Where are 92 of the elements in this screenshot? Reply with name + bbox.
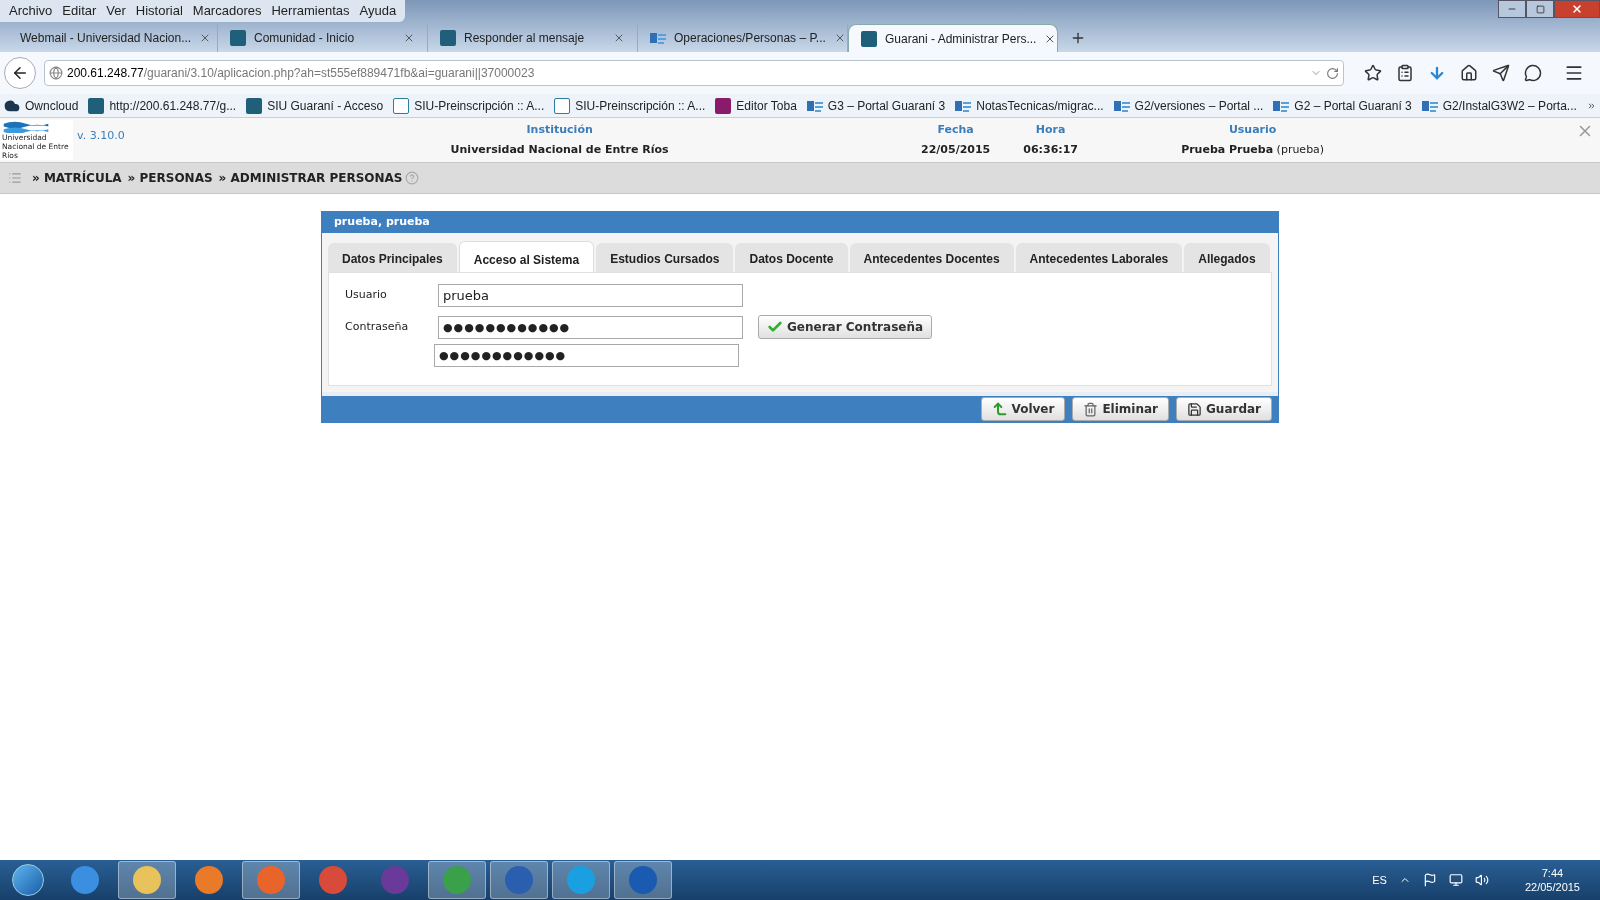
bookmark[interactable]: G2/InstalG3W2 – Porta...	[1421, 96, 1577, 115]
site-icon	[715, 97, 732, 114]
generate-password-button[interactable]: Generar Contraseña	[758, 315, 933, 339]
header-value: Universidad Nacional de Entre Ríos	[450, 141, 669, 158]
form-tab[interactable]: Allegados	[1184, 243, 1270, 272]
star-icon[interactable]	[1364, 64, 1382, 82]
form-tab[interactable]: Datos Docente	[735, 243, 848, 272]
clock-time[interactable]: 7:44	[1541, 866, 1564, 880]
restore-button[interactable]	[1526, 0, 1554, 18]
site-icon	[554, 97, 571, 114]
site-icon	[246, 97, 263, 114]
site-icon	[393, 97, 410, 114]
menu-item[interactable]: Historial	[130, 1, 188, 21]
breadcrumb-item[interactable]: » PERSONAS	[127, 169, 213, 187]
delete-button[interactable]: Eliminar	[1072, 397, 1169, 421]
reading-list-icon[interactable]	[1396, 64, 1414, 82]
menu-item[interactable]: Archivo	[4, 1, 58, 21]
menu-item[interactable]: Marcadores	[187, 1, 267, 21]
site-icon	[1421, 98, 1438, 113]
url-text: 200.61.248.77/guarani/3.10/aplicacion.php?ah=st555ef889471fb&ai=guarani||37000023	[67, 65, 536, 82]
globe-icon	[49, 66, 63, 80]
breadcrumb-item[interactable]: » MATRÍCULA	[32, 169, 122, 187]
save-icon	[1187, 401, 1202, 417]
form-tab[interactable]: Datos Principales	[328, 243, 457, 272]
form-tab[interactable]: Antecedentes Laborales	[1015, 243, 1183, 272]
site-icon	[440, 30, 456, 46]
close-icon	[1571, 3, 1583, 15]
panel-title: prueba, prueba	[322, 212, 1278, 233]
bookmark[interactable]: G2 – Portal Guaraní 3	[1273, 96, 1412, 115]
arrow-icon	[991, 401, 1008, 417]
header-label: Usuario	[1228, 122, 1277, 138]
header-label: Institución	[526, 122, 593, 138]
back-button[interactable]	[4, 57, 36, 89]
bookmark[interactable]: Editor Toba	[715, 96, 797, 115]
trash-icon	[1083, 401, 1099, 417]
site-icon	[1113, 98, 1130, 113]
header-label: Hora	[1035, 122, 1066, 138]
bookmark[interactable]: http://200.61.248.77/g...	[88, 96, 237, 115]
header-value: 22/05/2015	[921, 141, 991, 158]
reload-icon[interactable]	[1326, 66, 1339, 80]
chat-icon[interactable]	[1524, 64, 1542, 82]
field-label: Usuario	[345, 286, 388, 303]
minimize-button[interactable]	[1498, 0, 1526, 18]
language-indicator[interactable]: ES	[1372, 871, 1387, 889]
bookmark[interactable]: Owncloud	[4, 96, 79, 115]
flag-icon[interactable]	[1422, 873, 1437, 887]
send-icon[interactable]	[1492, 64, 1510, 82]
bookmark[interactable]: G3 – Portal Guaraní 3	[806, 96, 946, 115]
version-text: v. 3.10.0	[77, 128, 125, 144]
check-icon	[767, 319, 783, 335]
password-field[interactable]: ●●●●●●●●●●●●	[438, 315, 743, 339]
header-value: 06:36:17	[1023, 141, 1078, 158]
site-icon	[88, 97, 105, 114]
close-button[interactable]	[1554, 0, 1600, 18]
bookmark[interactable]: SIU-Preinscripción :: A...	[393, 96, 545, 115]
breadcrumb-item[interactable]: » ADMINISTRAR PERSONAS	[218, 169, 403, 187]
site-icon	[650, 31, 666, 45]
bookmark[interactable]: NotasTecnicas/migrac...	[955, 96, 1104, 115]
form-tab[interactable]: Antecedentes Docentes	[849, 243, 1014, 272]
menu-item[interactable]: Editar	[57, 1, 102, 21]
new-tab-icon[interactable]	[1070, 30, 1086, 46]
address-bar[interactable]: 200.61.248.77/guarani/3.10/aplicacion.php?ah=st555ef889471fb&ai=guarani||37000023	[44, 60, 1344, 86]
site-icon	[861, 30, 877, 47]
site-icon	[1273, 98, 1290, 113]
bookmark[interactable]: SIU Guaraní - Acceso	[246, 96, 384, 115]
header-label: Fecha	[937, 122, 974, 138]
save-button[interactable]: Guardar	[1176, 397, 1272, 421]
field-label: Contraseña	[345, 318, 410, 335]
menu-item[interactable]: Ayuda	[354, 1, 402, 21]
close-tab-icon[interactable]	[613, 32, 625, 44]
site-icon	[806, 98, 823, 113]
close-tab-icon[interactable]	[403, 32, 415, 44]
site-icon	[230, 30, 246, 46]
browser-tab[interactable]: Guarani - Administrar Pers...	[848, 24, 1058, 52]
form-tab[interactable]: Acceso al Sistema	[458, 241, 595, 272]
bookmark[interactable]: G2/versiones – Portal ...	[1113, 96, 1264, 115]
network-icon[interactable]	[1448, 873, 1463, 887]
download-icon[interactable]	[1428, 64, 1446, 82]
menu-item[interactable]: Herramientas	[266, 1, 355, 21]
bookmark[interactable]: SIU-Preinscripción :: A...	[554, 96, 706, 115]
header-value: Prueba Prueba (prueba)	[1181, 141, 1325, 158]
clock-date[interactable]: 22/05/2015	[1524, 880, 1580, 894]
back-button[interactable]: Volver	[980, 397, 1066, 421]
site-icon	[955, 98, 972, 113]
username-field[interactable]: prueba	[438, 283, 743, 307]
restore-icon	[1535, 4, 1545, 14]
password-confirm-field[interactable]: ●●●●●●●●●●●●	[434, 343, 739, 367]
volume-icon[interactable]	[1474, 873, 1489, 887]
home-icon[interactable]	[1460, 64, 1478, 82]
form-tab[interactable]: Estudios Cursados	[596, 243, 734, 272]
menu-item[interactable]: Ver	[101, 1, 131, 21]
menu-icon[interactable]	[1564, 63, 1584, 83]
